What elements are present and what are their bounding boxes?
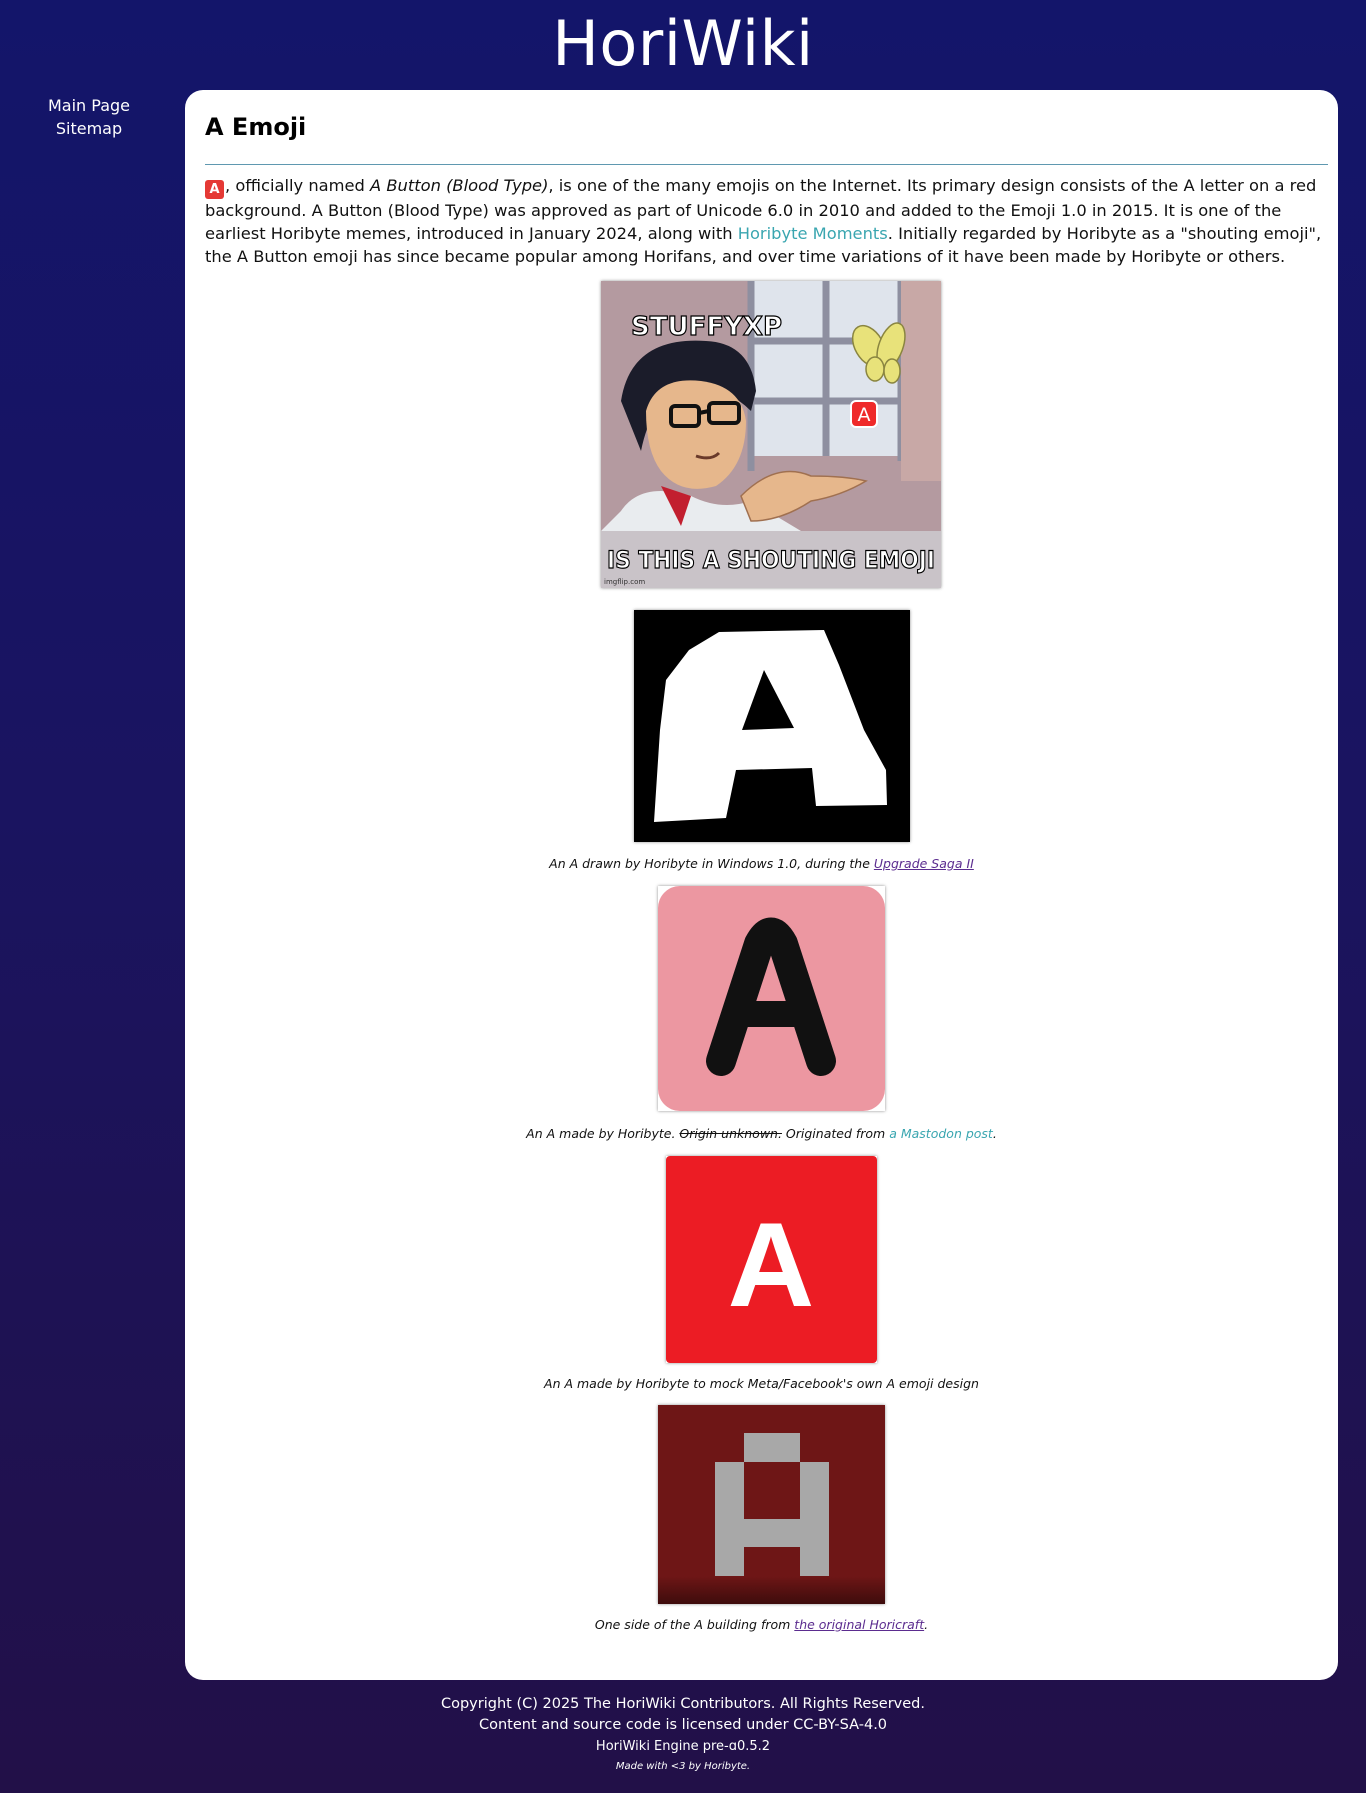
figure-2-caption-end: . (992, 1126, 997, 1141)
page-title: A Emoji (205, 113, 307, 141)
figure-3-caption-text: An A made by Horibyte to mock Meta/Faceb… (544, 1376, 979, 1391)
figure-2-caption: An A made by Horibyte. Origin unknown. O… (185, 1125, 1338, 1143)
red-a-glyph: A (728, 1198, 815, 1332)
horicraft-block-illustration (658, 1405, 885, 1604)
meme-emoji-glyph: A (858, 404, 871, 426)
horicraft-a-building-image (658, 1405, 885, 1604)
heading-divider (205, 164, 1328, 165)
mastodon-post-link[interactable]: a Mastodon post (889, 1126, 993, 1141)
figure-4-caption-text: One side of the A building from (594, 1617, 795, 1632)
pink-a-image (658, 886, 885, 1111)
emoji-official-name: A Button (Blood Type) (370, 176, 549, 195)
upgrade-saga-ii-link[interactable]: Upgrade Saga II (874, 856, 974, 871)
nav-sitemap-link[interactable]: Sitemap (0, 117, 178, 140)
nav-main-page-link[interactable]: Main Page (0, 94, 178, 117)
horibyte-moments-link[interactable]: Horibyte Moments (738, 224, 888, 243)
figure-1-caption-text: An A drawn by Horibyte in Windows 1.0, d… (549, 856, 874, 871)
a-button-emoji-icon: A (205, 180, 224, 199)
intro-paragraph: A, officially named A Button (Blood Type… (205, 174, 1328, 268)
footer-copyright: Copyright (C) 2025 The HoriWiki Contribu… (440, 1696, 925, 1712)
meme-bottom-text: IS THIS A SHOUTING EMOJI (607, 546, 935, 574)
figure-2-caption-mid: Originated from (781, 1126, 890, 1141)
footer-license: Content and source code is licensed unde… (478, 1717, 888, 1733)
meme-illustration: A STUFFYXP IS THIS A SHOUTING EMOJI imgf… (601, 281, 941, 588)
footer-engine-version: HoriWiki Engine pre-ɑ0.5.2 (595, 1739, 771, 1754)
red-a-image: A (666, 1156, 877, 1363)
figure-4-caption-end: . (924, 1617, 929, 1632)
windows-drawn-a-image (634, 610, 910, 842)
figure-3-caption: An A made by Horibyte to mock Meta/Faceb… (185, 1375, 1338, 1393)
meme-image: A STUFFYXP IS THIS A SHOUTING EMOJI imgf… (601, 281, 941, 588)
red-a-illustration: A (666, 1156, 877, 1363)
footer-made-with: Made with <3 by Horibyte. (615, 1761, 751, 1772)
figure-2-strikethrough: Origin unknown. (679, 1126, 782, 1141)
sidebar-nav: Main Page Sitemap (0, 94, 178, 140)
figure-2-caption-text: An A made by Horibyte. (526, 1126, 680, 1141)
figure-4-caption: One side of the A building from the orig… (185, 1616, 1338, 1634)
meme-top-text: STUFFYXP (631, 312, 782, 342)
meme-watermark: imgflip.com (604, 578, 645, 586)
windows-a-illustration (634, 610, 910, 842)
article-card: A Emoji A, officially named A Button (Bl… (185, 90, 1338, 1680)
figure-1-caption: An A drawn by Horibyte in Windows 1.0, d… (185, 855, 1338, 873)
original-horicraft-link[interactable]: the original Horicraft (794, 1617, 924, 1632)
site-title: HoriWiki (552, 7, 814, 80)
intro-text-1: , officially named (225, 176, 371, 195)
pink-a-illustration (658, 886, 885, 1111)
